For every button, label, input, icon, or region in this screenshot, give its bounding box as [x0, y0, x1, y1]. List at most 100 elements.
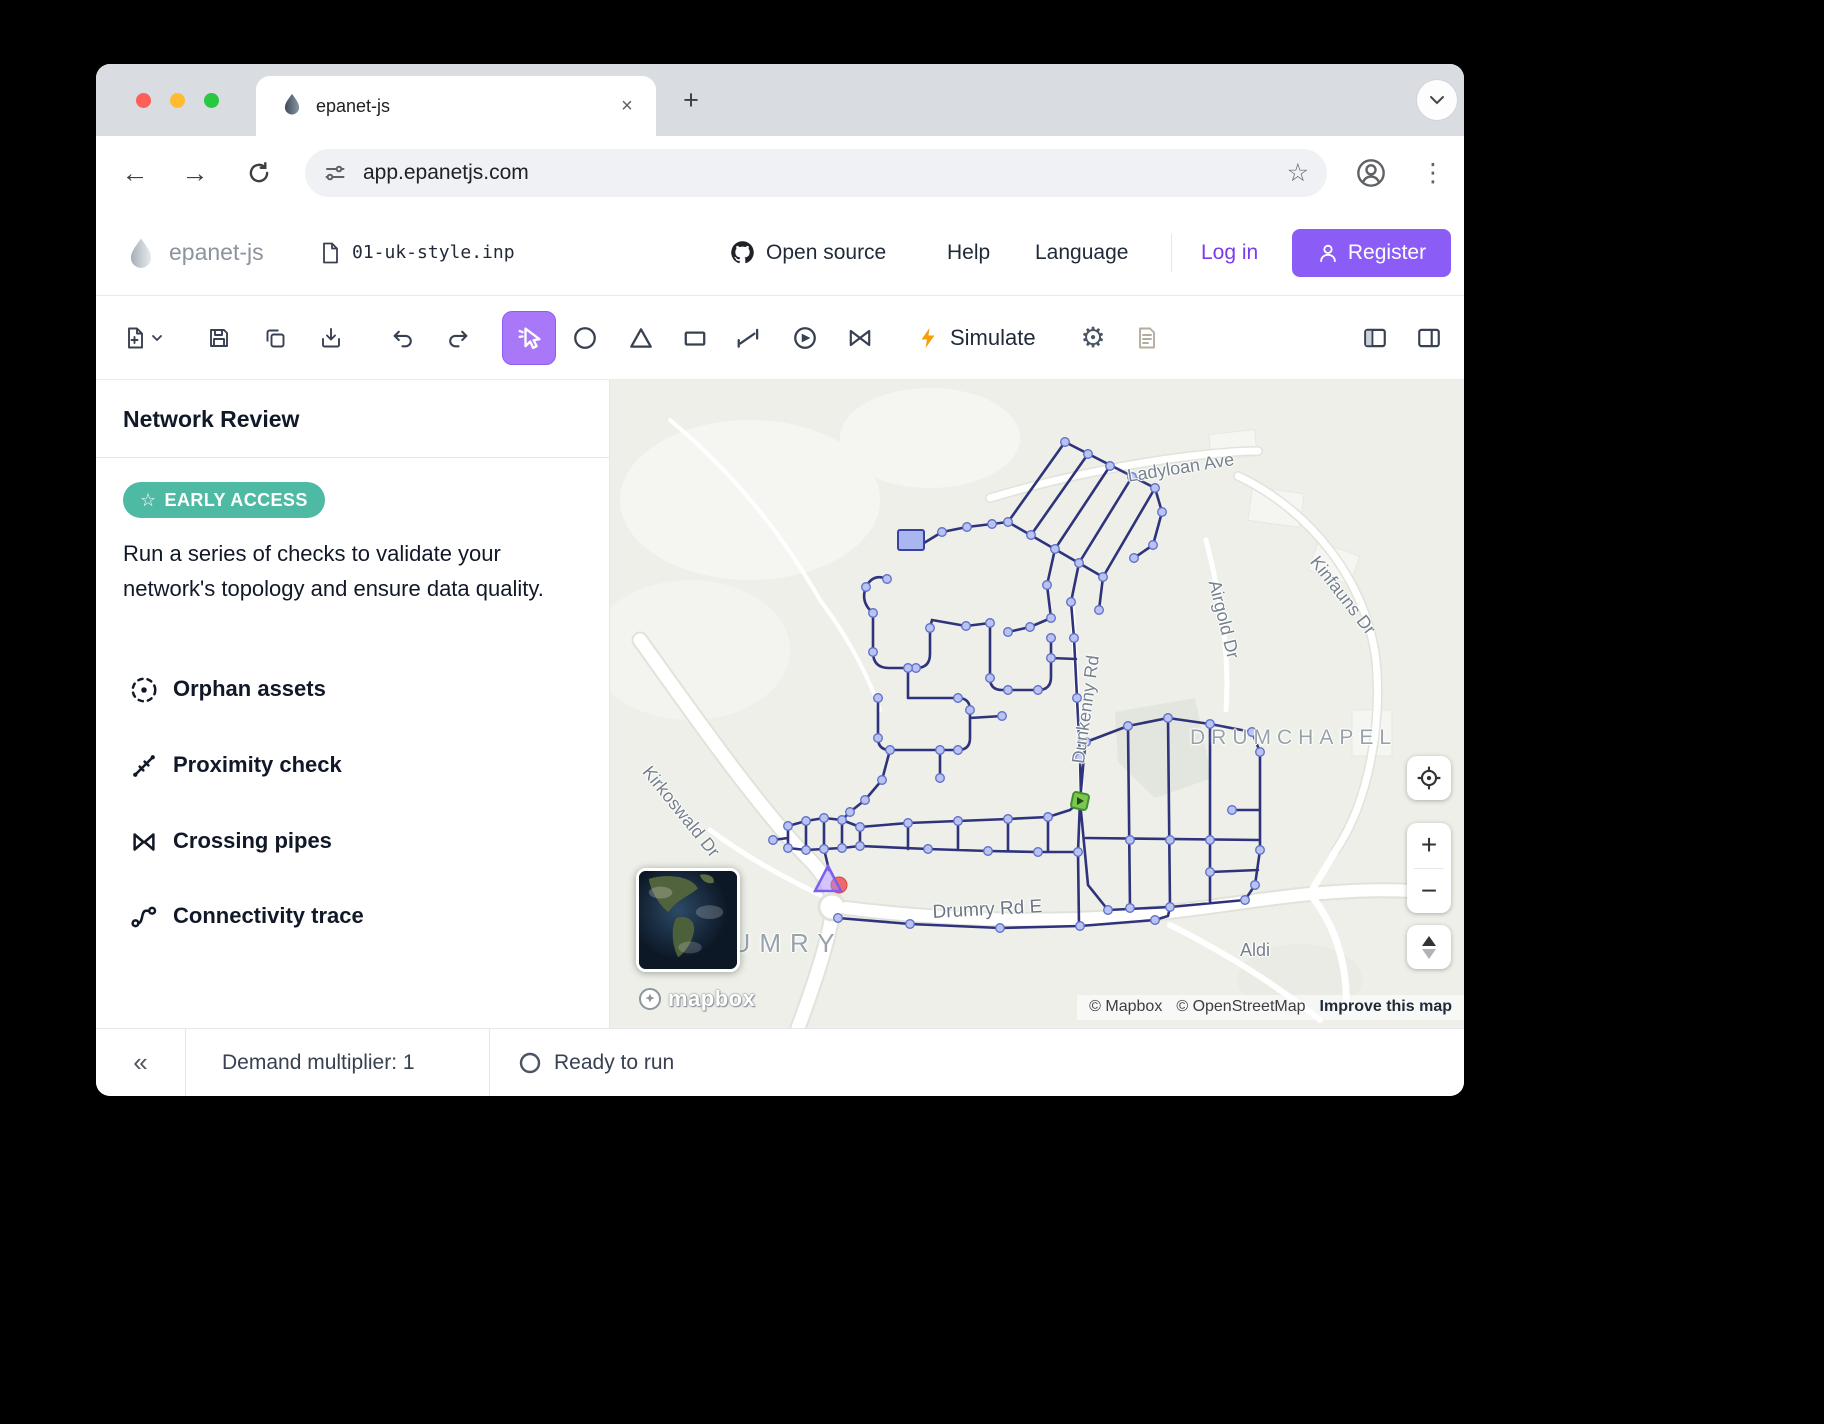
simulate-button[interactable]: Simulate [906, 314, 1046, 362]
window-close-button[interactable] [136, 93, 151, 108]
open-source-label: Open source [766, 241, 886, 265]
open-source-link[interactable]: Open source [729, 210, 886, 295]
tab-title: epanet-js [316, 96, 612, 117]
copy-icon [263, 326, 287, 350]
github-icon [729, 239, 756, 266]
tank-tool-button[interactable] [673, 316, 717, 360]
forward-button[interactable]: → [173, 151, 217, 195]
reservoir-tool-button[interactable] [619, 316, 663, 360]
file-icon [318, 241, 342, 265]
valve-marker [1071, 792, 1090, 811]
register-button[interactable]: Register [1292, 229, 1451, 277]
import-button[interactable] [309, 316, 353, 360]
undo-icon [391, 326, 416, 351]
copy-button[interactable] [253, 316, 297, 360]
browser-menu-button[interactable]: ⋮ [1411, 151, 1455, 195]
select-tool-button[interactable] [502, 311, 556, 365]
improve-map-link[interactable]: Improve this map [1320, 998, 1452, 1016]
pump-icon [792, 325, 818, 351]
map-canvas[interactable]: Ladyloan Ave Kinfauns Dr Airgold Dr DRUM… [610, 380, 1464, 1028]
mapbox-wordmark: mapbox [668, 986, 755, 1012]
junction-tool-button[interactable] [563, 316, 607, 360]
zoom-out-button[interactable]: − [1407, 869, 1451, 914]
simulate-label: Simulate [950, 325, 1036, 351]
collapse-panel-button[interactable]: « [96, 1029, 186, 1096]
check-item-crossing-pipes[interactable]: Crossing pipes [96, 820, 609, 866]
zoom-in-button[interactable]: + [1407, 823, 1451, 868]
run-status-label: Ready to run [554, 1051, 674, 1075]
mapbox-logo[interactable]: mapbox [638, 986, 755, 1012]
window-minimize-button[interactable] [170, 93, 185, 108]
check-item-proximity-check[interactable]: Proximity check [96, 744, 609, 790]
check-item-orphan-assets[interactable]: Orphan assets [96, 668, 609, 714]
map-label-drumchapel: DRUMCHAPEL [1190, 726, 1397, 750]
save-button[interactable] [197, 316, 241, 360]
pitch-up-icon [1422, 936, 1436, 946]
panel-divider [96, 457, 609, 458]
language-link[interactable]: Language [1035, 210, 1128, 295]
brand-name: epanet-js [169, 239, 264, 266]
new-file-button[interactable] [112, 316, 174, 360]
reload-button[interactable] [237, 151, 281, 195]
toggle-left-panel-button[interactable] [1353, 316, 1397, 360]
log-in-link[interactable]: Log in [1201, 210, 1258, 295]
new-tab-button[interactable]: + [673, 82, 709, 118]
tab-close-icon[interactable]: × [612, 91, 642, 121]
attribution-osm-link[interactable]: © OpenStreetMap [1176, 998, 1305, 1016]
settings-button[interactable]: ⚙ [1071, 316, 1115, 360]
crossing-pipes-icon [129, 827, 159, 862]
attribution-mapbox-link[interactable]: © Mapbox [1089, 998, 1162, 1016]
report-button[interactable] [1125, 316, 1169, 360]
check-item-connectivity-trace[interactable]: Connectivity trace [96, 895, 609, 941]
locate-icon [1416, 765, 1442, 791]
early-access-badge: ☆ EARLY ACCESS [123, 482, 325, 518]
tab-search-button[interactable] [1417, 80, 1457, 120]
satellite-globe-icon [639, 871, 737, 969]
browser-window: epanet-js × + ← → app.epanetjs.com ☆ [96, 64, 1464, 1096]
help-link[interactable]: Help [947, 210, 990, 295]
log-in-label: Log in [1201, 241, 1258, 265]
back-button[interactable]: ← [113, 151, 157, 195]
pipe-icon [736, 325, 762, 351]
undo-button[interactable] [381, 316, 425, 360]
cursor-icon [515, 324, 543, 352]
tab-strip: epanet-js × + [96, 64, 1464, 136]
header-divider [1171, 234, 1172, 272]
epanet-drop-logo-icon [124, 236, 158, 270]
window-zoom-button[interactable] [204, 93, 219, 108]
toggle-right-panel-button[interactable] [1407, 316, 1451, 360]
gear-icon: ⚙ [1080, 324, 1105, 352]
geolocate-button[interactable] [1407, 756, 1451, 800]
zoom-control: + − [1407, 823, 1451, 913]
person-icon [1317, 242, 1339, 264]
connectivity-trace-icon [129, 902, 159, 937]
pipe-tool-button[interactable] [727, 316, 771, 360]
pitch-toggle-button[interactable] [1407, 925, 1451, 969]
file-chip[interactable]: 01-uk-style.inp [318, 210, 515, 295]
url-text: app.epanetjs.com [363, 161, 1287, 185]
status-bar: « Demand multiplier: 1 Ready to run [96, 1028, 1464, 1096]
address-bar[interactable]: app.epanetjs.com ☆ [305, 149, 1327, 197]
reservoir-triangle-icon [628, 325, 654, 351]
site-settings-icon[interactable] [323, 161, 347, 185]
browser-tab[interactable]: epanet-js × [256, 76, 656, 136]
junction-circle-icon [572, 325, 598, 351]
demand-multiplier[interactable]: Demand multiplier: 1 [186, 1029, 490, 1096]
panel-right-icon [1416, 325, 1442, 351]
file-name: 01-uk-style.inp [352, 242, 515, 263]
satellite-inset-toggle[interactable] [636, 868, 740, 972]
editor-toolbar: Simulate ⚙ [96, 296, 1464, 380]
avatar-icon [1355, 157, 1387, 189]
status-circle-icon [518, 1051, 542, 1075]
redo-icon [445, 326, 470, 351]
pump-tool-button[interactable] [783, 316, 827, 360]
tank-rect-icon [682, 325, 708, 351]
valve-tool-button[interactable] [838, 316, 882, 360]
bookmark-star-icon[interactable]: ☆ [1287, 158, 1309, 188]
redo-button[interactable] [435, 316, 479, 360]
tank-marker [898, 530, 924, 550]
reload-icon [246, 160, 272, 186]
orphan-assets-icon [129, 675, 159, 710]
chevron-down-icon [1429, 95, 1445, 105]
profile-avatar-button[interactable] [1349, 151, 1393, 195]
